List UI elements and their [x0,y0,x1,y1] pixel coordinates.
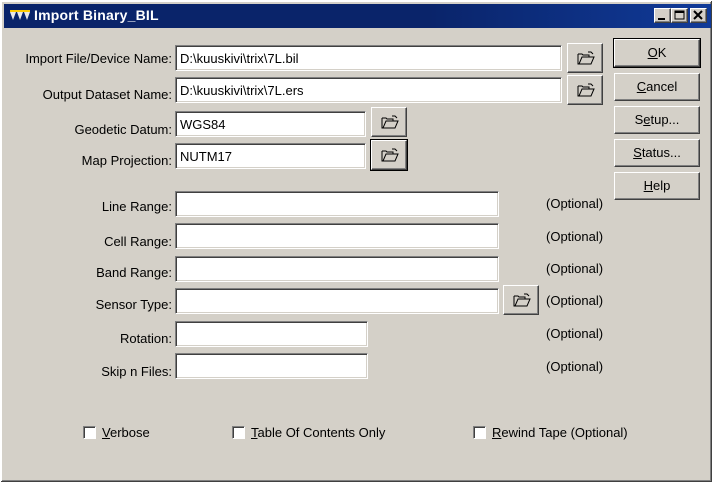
rewind-tape-mnemonic: R [492,425,502,440]
app-logo-icon [10,10,30,20]
sensor-type-optional-note: (Optional) [546,293,604,308]
help-button[interactable]: Help [614,172,700,200]
verbose-checkbox[interactable]: Verbose [83,425,150,440]
open-folder-icon [381,148,399,162]
sensor-type-label: Sensor Type: [95,297,172,312]
open-folder-icon [381,115,399,129]
open-folder-icon [577,83,595,97]
skip-n-files-label: Skip n Files: [101,364,172,379]
rewind-tape-optional-note: (Optional) [570,425,628,440]
cell-range-optional-note: (Optional) [546,229,604,244]
rewind-tape-label-rest: ewind Tape [501,425,567,440]
help-mnemonic: H [643,178,654,193]
line-range-label: Line Range: [101,199,172,214]
cancel-mnemonic: C [636,79,647,94]
open-folder-icon [577,51,595,65]
import-binary-bil-dialog: Import Binary_BIL Import File/Device Nam… [0,0,713,483]
verbose-checkbox-label: Verbose [102,425,150,440]
line-range-optional-note: (Optional) [546,196,604,211]
rotation-input[interactable] [175,321,368,347]
import-file-label: Import File/Device Name: [25,51,172,66]
close-icon [693,10,703,20]
output-dataset-browse-button[interactable] [567,75,603,105]
status-label: tatus... [641,145,681,160]
setup-label-pre: S [634,112,644,127]
status-button[interactable]: Status... [614,139,700,167]
skip-n-files-input[interactable] [175,353,368,379]
sensor-type-browse-button[interactable] [503,285,539,315]
minimize-icon [658,18,665,20]
rotation-label: Rotation: [119,331,172,346]
window-title: Import Binary_BIL [34,7,159,23]
rotation-optional-note: (Optional) [546,326,604,341]
setup-button[interactable]: Setup... [614,106,700,134]
map-projection-input[interactable] [175,143,366,169]
verbose-checkbox-box[interactable] [83,426,96,439]
ok-button[interactable]: OK [613,38,701,68]
map-projection-label: Map Projection: [81,153,172,168]
geodetic-datum-input[interactable] [175,111,366,137]
status-mnemonic: S [633,145,642,160]
band-range-input[interactable] [175,256,499,282]
ok-mnemonic: O [647,45,658,60]
toc-only-checkbox[interactable]: Table Of Contents Only [232,425,385,440]
import-file-browse-button[interactable] [567,43,603,73]
verbose-label-rest: erbose [109,425,150,440]
sensor-type-input[interactable] [175,288,499,314]
cancel-label: ancel [646,79,678,94]
help-label: elp [653,178,671,193]
band-range-optional-note: (Optional) [546,261,604,276]
cell-range-input[interactable] [175,223,499,249]
rewind-tape-checkbox[interactable]: Rewind Tape (Optional) [473,425,628,440]
toc-only-label-rest: able Of Contents Only [257,425,386,440]
cell-range-label: Cell Range: [104,234,172,249]
rewind-tape-checkbox-box[interactable] [473,426,486,439]
map-projection-browse-button[interactable] [370,139,408,171]
line-range-input[interactable] [175,191,499,217]
open-folder-icon [513,293,531,307]
output-dataset-label: Output Dataset Name: [42,87,172,102]
toc-only-checkbox-box[interactable] [232,426,245,439]
close-button[interactable] [690,8,707,23]
maximize-icon [674,10,685,20]
title-bar[interactable]: Import Binary_BIL [4,4,711,28]
output-dataset-input[interactable] [175,77,562,103]
minimize-button[interactable] [654,8,671,23]
rewind-tape-checkbox-label: Rewind Tape (Optional) [492,425,628,440]
geodetic-datum-label: Geodetic Datum: [74,122,172,137]
ok-label: K [657,45,667,60]
verbose-mnemonic: V [102,425,110,440]
toc-only-checkbox-label: Table Of Contents Only [251,425,385,440]
import-file-input[interactable] [175,45,562,71]
cancel-button[interactable]: Cancel [614,73,700,101]
band-range-label: Band Range: [96,265,172,280]
skip-n-files-optional-note: (Optional) [546,359,604,374]
setup-label: tup... [650,112,680,127]
geodetic-datum-browse-button[interactable] [371,107,407,137]
maximize-button[interactable] [671,8,688,23]
